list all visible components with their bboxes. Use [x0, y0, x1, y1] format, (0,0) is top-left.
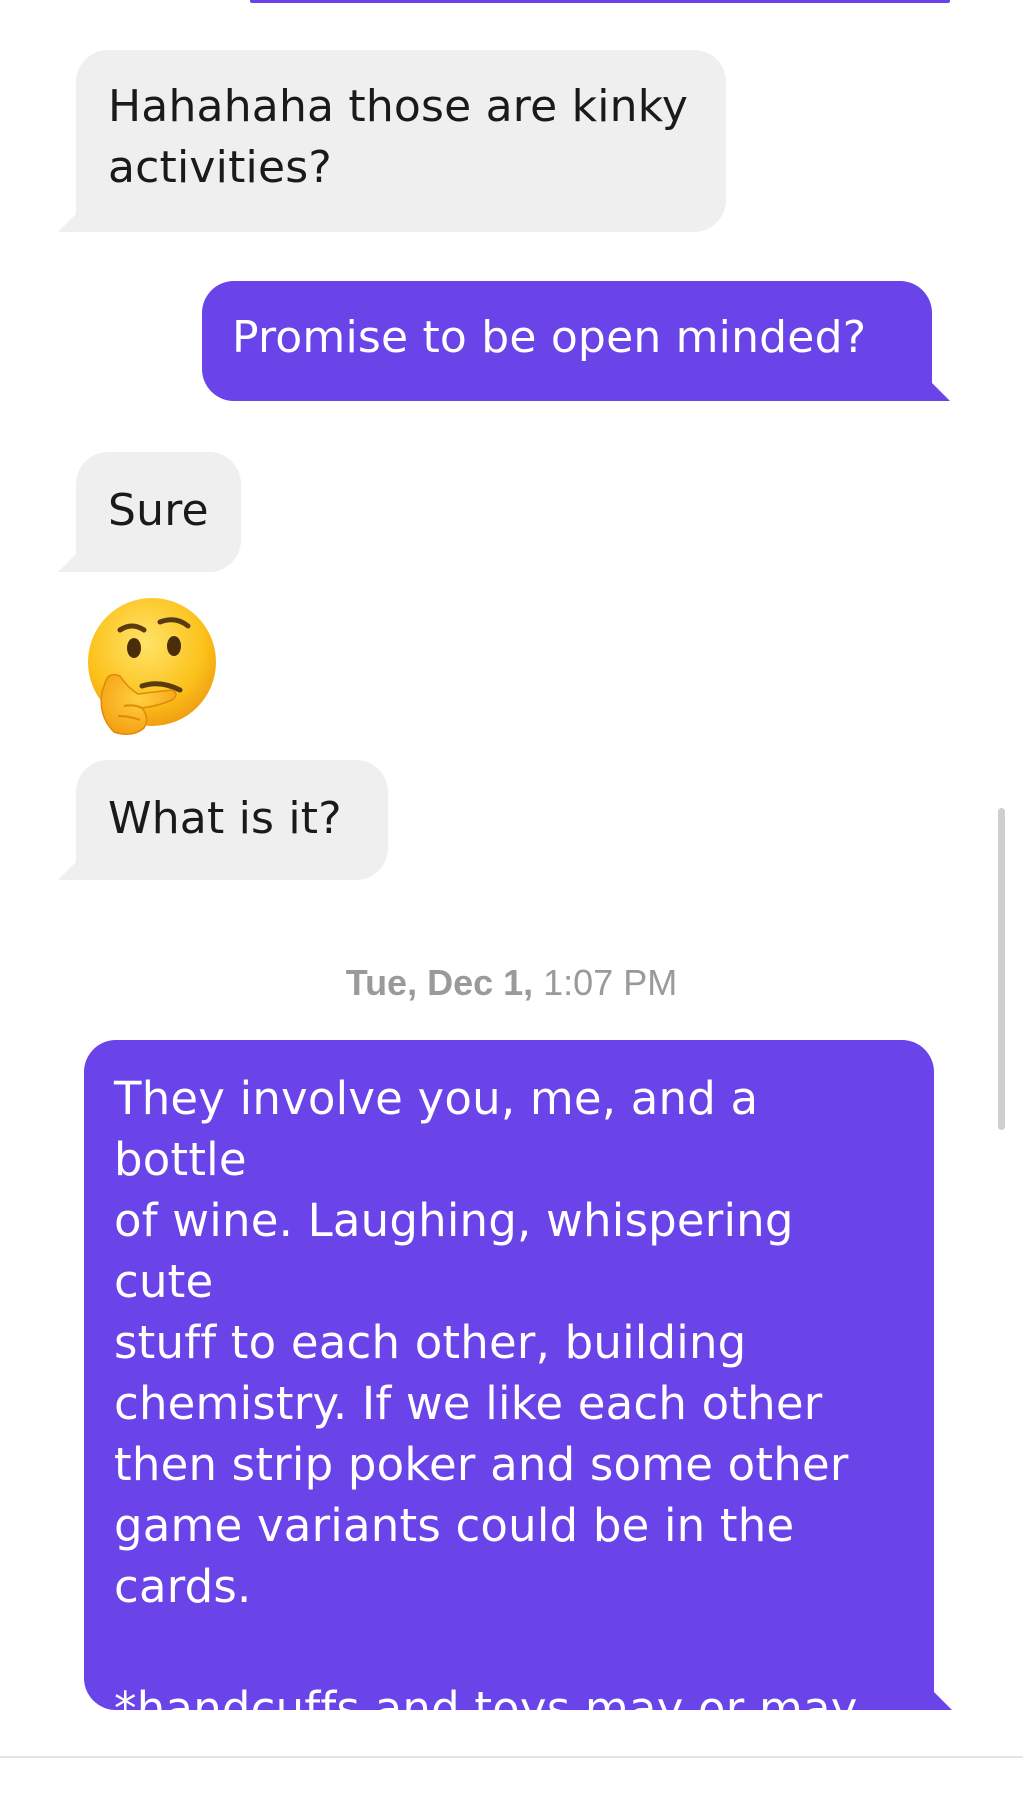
- thinking-face-emoji-icon[interactable]: [80, 596, 220, 736]
- bubble-tail: [916, 367, 950, 401]
- incoming-message-bubble[interactable]: Hahahaha those are kinky activities?: [58, 50, 726, 232]
- bubble-tail: [58, 846, 92, 880]
- message-text: What is it?: [108, 793, 342, 844]
- divider: [0, 1756, 1023, 1758]
- outgoing-message-bubble[interactable]: Promise to be open minded?: [202, 281, 950, 401]
- scrollbar-thumb[interactable]: [998, 808, 1005, 1130]
- bubble-tail: [58, 538, 92, 572]
- incoming-message-bubble[interactable]: What is it?: [58, 760, 388, 880]
- outgoing-message-bubble[interactable]: They involve you, me, and a bottle of wi…: [84, 1040, 952, 1796]
- message-text: They involve you, me, and a bottle of wi…: [114, 1072, 858, 1796]
- timestamp-day: Tue, Dec 1,: [345, 962, 534, 1003]
- incoming-message-bubble[interactable]: Sure: [58, 452, 241, 572]
- message-text: Hahahaha those are kinky activities?: [108, 81, 689, 193]
- message-text: Promise to be open minded?: [232, 312, 867, 363]
- bubble-tail: [58, 198, 92, 232]
- message-timestamp: Tue, Dec 1, 1:07 PM: [0, 962, 1023, 1004]
- message-text: Sure: [108, 485, 209, 536]
- timestamp-time: 1:07 PM: [533, 962, 678, 1003]
- bubble-tail: [918, 1676, 952, 1710]
- previous-message-edge: [250, 0, 950, 3]
